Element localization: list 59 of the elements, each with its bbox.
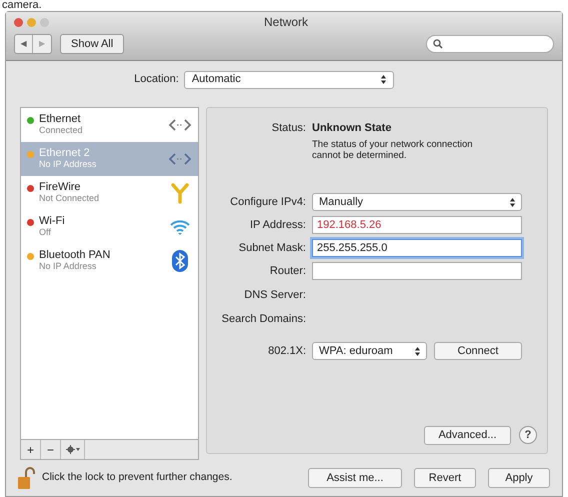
service-item[interactable]: Ethernet Connected: [21, 108, 198, 142]
service-name: Bluetooth PAN: [39, 250, 110, 261]
status-label: Status:: [270, 120, 307, 136]
up-down-arrows-icon: [415, 346, 420, 356]
connect-button[interactable]: Connect: [434, 342, 522, 360]
text-field[interactable]: 192.168.5.26: [312, 216, 522, 234]
padlock-icon: [18, 467, 36, 490]
service-status: Off: [39, 226, 52, 238]
service-status: No IP Address: [39, 158, 96, 170]
service-name: FireWire: [39, 182, 82, 193]
add-button[interactable]: +: [21, 440, 41, 460]
apply-button[interactable]: Apply: [488, 468, 550, 488]
service-name: Ethernet 2: [39, 148, 91, 159]
service-status: Connected: [39, 124, 83, 136]
remove-button[interactable]: −: [41, 440, 61, 460]
dot1x-dropdown[interactable]: WPA: eduroam: [312, 342, 427, 360]
ethernet-arrows-icon: [169, 152, 191, 166]
bluetooth-icon: [172, 250, 188, 272]
gear-icon: [66, 445, 80, 454]
field-label: Configure IPv4:: [229, 194, 307, 210]
field-label: DNS Server:: [243, 288, 307, 303]
zoom-button[interactable]: [40, 18, 49, 26]
configure-dropdown[interactable]: Manually: [312, 193, 522, 212]
caption-text: camera.: [1, 0, 42, 11]
help-button[interactable]: ?: [519, 426, 537, 444]
service-name: Wi-Fi: [39, 216, 65, 227]
search-field[interactable]: [426, 35, 554, 53]
status-value: Unknown State: [312, 120, 392, 136]
up-down-arrows-icon: [380, 75, 386, 84]
firewire-icon: [170, 182, 190, 204]
ethernet-arrows-icon: [169, 118, 191, 132]
service-item[interactable]: Wi-Fi Off: [21, 210, 198, 244]
advanced-button[interactable]: Advanced...: [424, 426, 511, 445]
field-label: Subnet Mask:: [238, 240, 307, 256]
service-status: Not Connected: [39, 192, 100, 204]
show-all-button[interactable]: Show All: [60, 34, 124, 54]
service-item[interactable]: Bluetooth PAN No IP Address: [21, 244, 198, 278]
close-button[interactable]: [14, 18, 23, 26]
up-down-arrows-icon: [510, 198, 515, 207]
service-item[interactable]: FireWire Not Connected: [21, 176, 198, 210]
field-label: Router:: [268, 264, 307, 279]
field-label: IP Address:: [248, 218, 307, 233]
text-field[interactable]: [312, 262, 522, 280]
location-label: Location:: [134, 72, 179, 88]
back-button[interactable]: ◀: [15, 35, 33, 53]
assist-button[interactable]: Assist me...: [308, 468, 402, 488]
search-icon: [433, 39, 443, 49]
text-field[interactable]: 255.255.255.0: [312, 239, 522, 258]
service-status: No IP Address: [39, 260, 98, 272]
location-dropdown[interactable]: Automatic: [184, 70, 394, 89]
wifi-icon: [170, 218, 190, 235]
window-title: Network: [264, 14, 308, 31]
status-description: The status of your network connection cannot be determined.: [312, 139, 474, 162]
revert-button[interactable]: Revert: [414, 468, 476, 488]
lock-message: Click the lock to prevent further changes.: [42, 470, 232, 486]
service-name: Ethernet: [39, 114, 82, 125]
field-label: Search Domains:: [220, 312, 307, 327]
minimize-button[interactable]: [27, 18, 36, 26]
dot1x-label: 802.1X:: [267, 344, 307, 359]
